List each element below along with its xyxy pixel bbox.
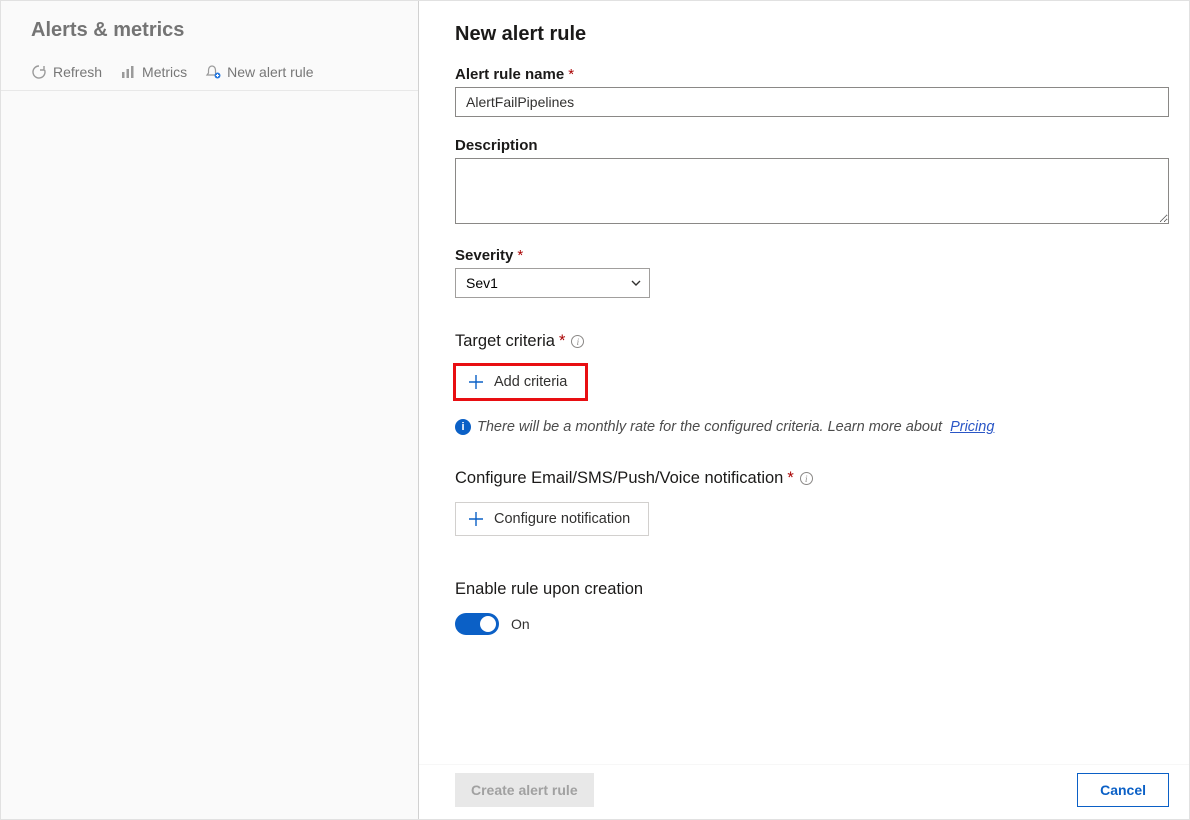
metrics-label: Metrics	[142, 64, 187, 80]
field-severity: Severity *	[455, 247, 1169, 298]
description-textarea[interactable]	[455, 158, 1169, 224]
metrics-button[interactable]: Metrics	[120, 64, 187, 80]
bar-chart-icon	[120, 64, 136, 80]
enable-rule-toggle[interactable]	[455, 613, 499, 635]
configure-notification-button[interactable]: Configure notification	[455, 502, 649, 536]
alert-plus-icon	[205, 64, 221, 80]
cancel-button[interactable]: Cancel	[1077, 773, 1169, 807]
new-alert-rule-label: New alert rule	[227, 64, 313, 80]
info-badge-icon: i	[455, 419, 471, 435]
toggle-knob	[480, 616, 496, 632]
refresh-button[interactable]: Refresh	[31, 64, 102, 80]
main-panel: New alert rule Alert rule name * Descrip…	[419, 1, 1189, 819]
add-criteria-label: Add criteria	[494, 374, 567, 390]
refresh-label: Refresh	[53, 64, 102, 80]
footer: Create alert rule Cancel	[419, 765, 1189, 819]
page-title: New alert rule	[455, 23, 1169, 46]
form-area: New alert rule Alert rule name * Descrip…	[419, 1, 1189, 765]
required-asterisk: *	[517, 247, 523, 264]
pricing-info: i There will be a monthly rate for the c…	[455, 419, 1169, 435]
severity-label: Severity *	[455, 247, 1169, 264]
plus-icon	[468, 374, 484, 390]
new-alert-rule-button[interactable]: New alert rule	[205, 64, 313, 80]
enable-rule-toggle-row: On	[455, 613, 1169, 635]
alert-rule-name-input[interactable]	[455, 87, 1169, 117]
configure-notification-label: Configure notification	[494, 511, 630, 527]
description-label: Description	[455, 137, 1169, 154]
left-toolbar: Refresh Metrics New alert rule	[1, 54, 418, 91]
pricing-link[interactable]: Pricing	[950, 419, 994, 435]
required-asterisk: *	[559, 332, 565, 351]
info-icon[interactable]: i	[800, 472, 813, 485]
configure-notification-label: Configure Email/SMS/Push/Voice notificat…	[455, 469, 1169, 488]
create-alert-rule-button[interactable]: Create alert rule	[455, 773, 594, 807]
enable-rule-label: Enable rule upon creation	[455, 580, 1169, 599]
info-icon[interactable]: i	[571, 335, 584, 348]
left-panel: Alerts & metrics Refresh Metrics	[1, 1, 419, 819]
refresh-icon	[31, 64, 47, 80]
plus-icon	[468, 511, 484, 527]
toggle-state-label: On	[511, 616, 530, 632]
target-criteria-label: Target criteria * i	[455, 332, 1169, 351]
add-criteria-button[interactable]: Add criteria	[455, 365, 586, 399]
required-asterisk: *	[568, 66, 574, 83]
field-alert-rule-name: Alert rule name *	[455, 66, 1169, 117]
left-panel-title: Alerts & metrics	[1, 19, 418, 54]
alert-rule-name-label: Alert rule name *	[455, 66, 1169, 83]
required-asterisk: *	[787, 469, 793, 488]
field-description: Description	[455, 137, 1169, 227]
severity-select[interactable]	[455, 268, 650, 298]
